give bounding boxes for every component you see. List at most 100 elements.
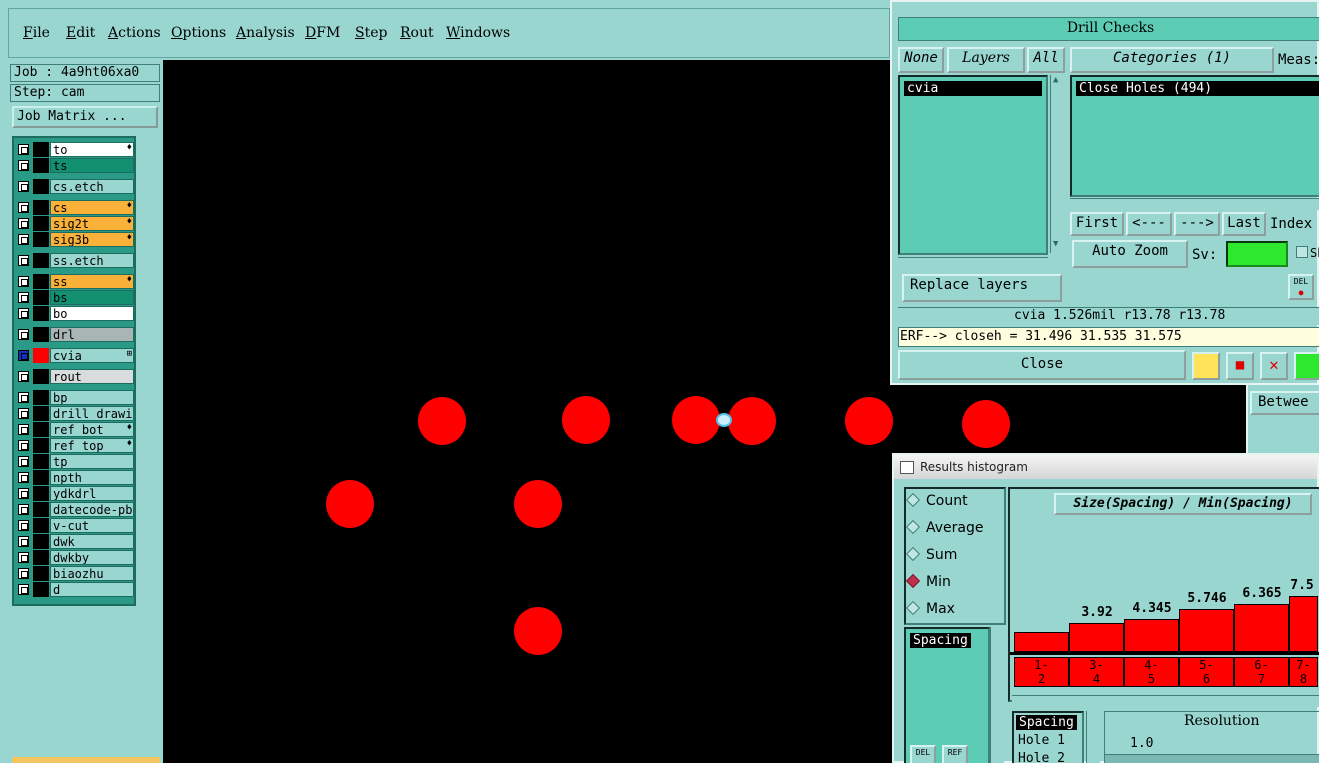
layer-row[interactable]: bo bbox=[16, 306, 134, 321]
layer-color-swatch[interactable] bbox=[33, 327, 49, 342]
category-cell[interactable]: 5- 6 bbox=[1179, 657, 1234, 687]
mode-sum[interactable]: Sum bbox=[905, 546, 957, 563]
layer-name[interactable]: sig2t bbox=[50, 216, 134, 231]
chart-title[interactable]: Size(Spacing) / Min(Spacing) bbox=[1054, 493, 1312, 515]
layer-name[interactable]: ss.etch bbox=[50, 253, 134, 268]
layer-checkbox[interactable] bbox=[18, 424, 29, 435]
layer-name[interactable]: cvia bbox=[50, 348, 134, 363]
layer-row[interactable]: biaozhu bbox=[16, 566, 134, 581]
layer-name[interactable]: v-cut bbox=[50, 518, 134, 533]
layer-name[interactable]: npth bbox=[50, 470, 134, 485]
layer-name[interactable]: tp bbox=[50, 454, 134, 469]
layer-color-swatch[interactable] bbox=[33, 232, 49, 247]
drill-pad[interactable] bbox=[514, 480, 562, 528]
layers-button[interactable]: Layers bbox=[947, 47, 1025, 73]
layer-name[interactable]: rout bbox=[50, 369, 134, 384]
field-list[interactable]: Spacing bbox=[904, 627, 990, 763]
menu-actions[interactable]: Actions bbox=[108, 25, 161, 41]
layer-row[interactable]: cs.etch bbox=[16, 179, 134, 194]
between-option[interactable]: Betwee bbox=[1250, 391, 1319, 415]
layer-name[interactable]: datecode-pbo bbox=[50, 502, 134, 517]
layer-checkbox[interactable] bbox=[18, 520, 29, 531]
scroll-down-icon[interactable]: ▼ bbox=[1053, 239, 1058, 249]
category-cell[interactable]: 1- 2 bbox=[1014, 657, 1069, 687]
layer-color-swatch[interactable] bbox=[33, 422, 49, 437]
layer-color-swatch[interactable] bbox=[33, 454, 49, 469]
resolution-slider[interactable] bbox=[1104, 754, 1319, 763]
layer-row[interactable]: datecode-pbo bbox=[16, 502, 134, 517]
layer-name[interactable]: dwkby bbox=[50, 550, 134, 565]
layer-color-swatch[interactable] bbox=[33, 306, 49, 321]
layer-color-swatch[interactable] bbox=[33, 369, 49, 384]
layer-name[interactable]: drill_drawin bbox=[50, 406, 134, 421]
layer-checkbox[interactable] bbox=[18, 568, 29, 579]
histogram-bar[interactable] bbox=[1124, 619, 1179, 652]
histogram-bar[interactable] bbox=[1234, 604, 1289, 652]
layer-row[interactable]: ts bbox=[16, 158, 134, 173]
layer-checkbox[interactable] bbox=[18, 308, 29, 319]
del-icon[interactable]: DEL ● bbox=[1288, 274, 1314, 300]
drill-pad[interactable] bbox=[845, 397, 893, 445]
layer-color-swatch[interactable] bbox=[33, 142, 49, 157]
layer-row[interactable]: ref_bot ♦ bbox=[16, 422, 134, 437]
histogram-bar[interactable] bbox=[1289, 596, 1318, 652]
menu-edit[interactable]: Edit bbox=[66, 25, 95, 41]
layer-name[interactable]: to bbox=[50, 142, 134, 157]
layer-name[interactable]: ydkdrl bbox=[50, 486, 134, 501]
count-icon[interactable] bbox=[1294, 352, 1319, 380]
layer-checkbox[interactable] bbox=[18, 255, 29, 266]
histogram-bar[interactable] bbox=[1179, 609, 1234, 652]
layer-row[interactable]: bs bbox=[16, 290, 134, 305]
list-item[interactable]: Hole 1 bbox=[1018, 733, 1065, 749]
layer-color-swatch[interactable] bbox=[33, 518, 49, 533]
layer-row[interactable]: cvia ⊞ bbox=[16, 348, 134, 363]
layer-name[interactable]: ts bbox=[50, 158, 134, 173]
layer-checkbox[interactable] bbox=[18, 144, 29, 155]
auto-zoom-dropdown[interactable]: Auto Zoom bbox=[1072, 240, 1188, 268]
sh-checkbox[interactable] bbox=[1296, 246, 1308, 258]
all-button[interactable]: All bbox=[1027, 47, 1065, 73]
histogram-titlebar[interactable]: Results histogram bbox=[894, 455, 1317, 479]
layer-checkbox[interactable] bbox=[18, 440, 29, 451]
category-cell[interactable]: 6- 7 bbox=[1234, 657, 1289, 687]
menu-windows[interactable]: Windows bbox=[446, 25, 510, 41]
field-scrollbar[interactable] bbox=[990, 627, 1004, 763]
layer-row[interactable]: drill_drawin bbox=[16, 406, 134, 421]
layer-checkbox[interactable] bbox=[18, 292, 29, 303]
layer-checkbox[interactable] bbox=[18, 584, 29, 595]
first-button[interactable]: First bbox=[1070, 212, 1124, 236]
drill-pad[interactable] bbox=[514, 607, 562, 655]
next-button[interactable]: ---> bbox=[1174, 212, 1220, 236]
layer-row[interactable]: npth bbox=[16, 470, 134, 485]
layer-name[interactable]: d bbox=[50, 582, 134, 597]
layer-row[interactable]: dwk bbox=[16, 534, 134, 549]
layer-row[interactable]: d bbox=[16, 582, 134, 597]
list-item[interactable]: Close Holes (494) bbox=[1076, 81, 1319, 96]
layer-color-swatch[interactable] bbox=[33, 216, 49, 231]
layer-checkbox[interactable] bbox=[18, 329, 29, 340]
layer-checkbox[interactable] bbox=[18, 218, 29, 229]
layer-color-swatch[interactable] bbox=[33, 582, 49, 597]
mode-count[interactable]: Count bbox=[905, 492, 968, 509]
layer-color-swatch[interactable] bbox=[33, 406, 49, 421]
layer-name[interactable]: sig3b bbox=[50, 232, 134, 247]
layer-row[interactable]: tp bbox=[16, 454, 134, 469]
chart-hscrollbar[interactable] bbox=[1012, 695, 1319, 707]
layer-name[interactable]: ref_top bbox=[50, 438, 134, 453]
sv-color-dropdown[interactable] bbox=[1226, 241, 1288, 267]
layer-color-swatch[interactable] bbox=[33, 253, 49, 268]
layer-checkbox[interactable] bbox=[18, 350, 29, 361]
mode-min[interactable]: Min bbox=[905, 573, 951, 590]
layer-checkbox[interactable] bbox=[18, 371, 29, 382]
layers-scrollbar[interactable]: ▲ ▼ bbox=[1050, 75, 1064, 253]
layer-color-swatch[interactable] bbox=[33, 534, 49, 549]
layer-color-swatch[interactable] bbox=[33, 290, 49, 305]
job-matrix-button[interactable]: Job Matrix ... bbox=[12, 106, 158, 128]
drill-pad[interactable] bbox=[962, 400, 1010, 448]
layer-checkbox[interactable] bbox=[18, 234, 29, 245]
layer-row[interactable]: sig3b ♦ bbox=[16, 232, 134, 247]
layer-color-swatch[interactable] bbox=[33, 438, 49, 453]
layer-checkbox[interactable] bbox=[18, 552, 29, 563]
lower-scrollbar[interactable] bbox=[1086, 711, 1100, 763]
layer-color-swatch[interactable] bbox=[33, 566, 49, 581]
